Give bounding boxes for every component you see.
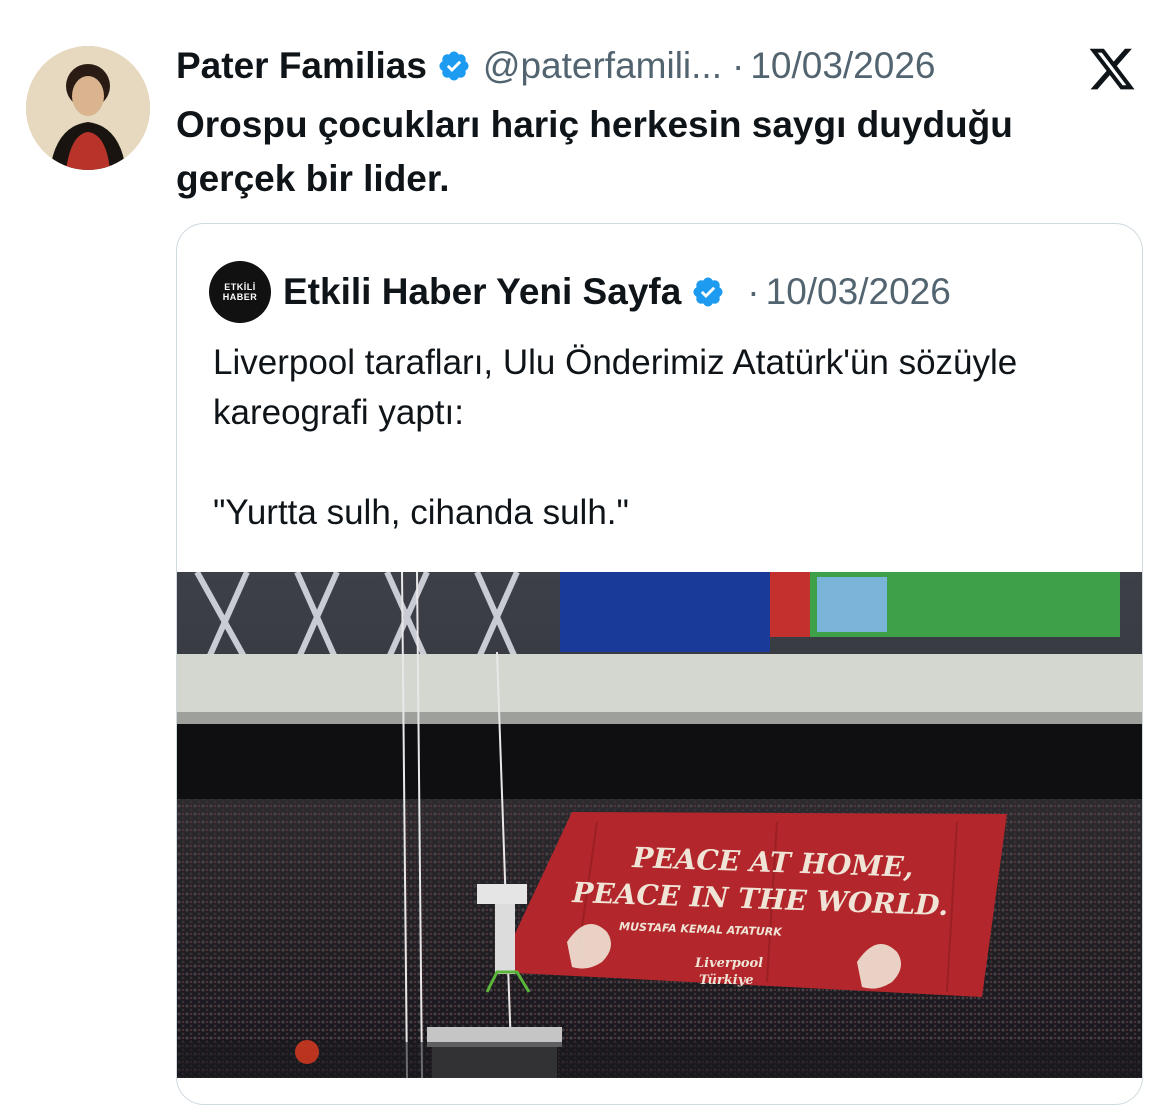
quoted-tweet-card[interactable]: ETKİLİ HABER Etkili Haber Yeni Sayfa · 1… — [176, 223, 1143, 1105]
quoted-author-avatar[interactable]: ETKİLİ HABER — [209, 261, 271, 323]
author-avatar[interactable] — [26, 46, 150, 170]
x-logo-icon — [1084, 44, 1140, 94]
verified-badge-icon — [437, 49, 471, 83]
banner-line-4: Liverpool — [694, 956, 763, 971]
stadium-photo: PEACE AT HOME, PEACE IN THE WORLD. MUSTA… — [177, 572, 1142, 1078]
verified-badge-icon — [691, 275, 725, 309]
quoted-tweet-date[interactable]: 10/03/2026 — [766, 271, 951, 313]
author-handle[interactable]: @paterfamili... — [483, 45, 722, 87]
quoted-avatar-text-bottom: HABER — [222, 292, 258, 302]
separator-dot: · — [747, 271, 760, 312]
author-name[interactable]: Pater Familias — [176, 45, 427, 87]
quoted-tweet-text: Liverpool tarafları, Ulu Önderimiz Atatü… — [213, 343, 1018, 532]
tweet-header: Pater Familias @paterfamili... · 10/03/2… — [176, 40, 936, 92]
quoted-author-name[interactable]: Etkili Haber Yeni Sayfa — [283, 271, 681, 313]
quoted-tweet-photo[interactable]: PEACE AT HOME, PEACE IN THE WORLD. MUSTA… — [177, 572, 1142, 1078]
avatar-portrait-image — [26, 46, 150, 170]
tweet-text: Orospu çocukları hariç herkesin saygı du… — [176, 104, 1013, 199]
quoted-avatar-text-top: ETKİLİ — [224, 282, 256, 292]
separator-dot: · — [731, 45, 745, 86]
banner-line-5: Türkiye — [699, 973, 754, 988]
tweet-date[interactable]: 10/03/2026 — [750, 45, 935, 87]
quoted-tweet-header: ETKİLİ HABER Etkili Haber Yeni Sayfa · 1… — [209, 261, 951, 323]
